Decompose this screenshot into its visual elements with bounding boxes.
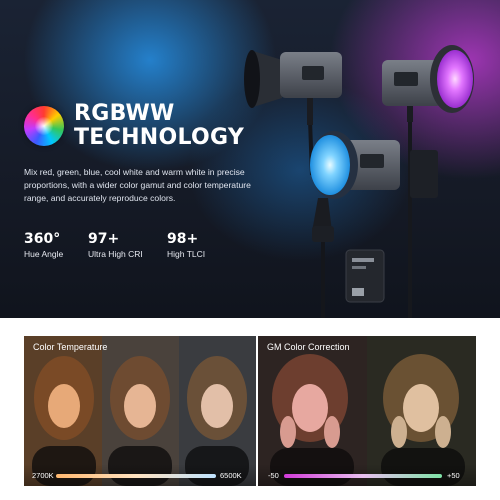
light-top-left <box>244 50 342 125</box>
stat-label: Ultra High CRI <box>88 249 143 259</box>
light-rig-illustration <box>244 45 474 318</box>
slider-max-label: 6500K <box>220 471 242 480</box>
rgb-color-wheel-icon <box>24 106 64 146</box>
color-temperature-gradient-track[interactable] <box>56 474 216 478</box>
stat-cri: 97+ Ultra High CRI <box>88 231 143 260</box>
stat-value: 98+ <box>167 231 199 247</box>
color-temperature-panel: Color Temperature 2700K 6500K <box>24 336 256 486</box>
hero-description: Mix red, green, blue, cool white and war… <box>24 167 251 203</box>
hero-banner: RGBWW TECHNOLOGY Mix red, green, blue, c… <box>0 0 500 318</box>
slider-min-label: 2700K <box>32 471 54 480</box>
light-top-right <box>382 45 474 122</box>
hero-title-line1: RGBWW <box>74 101 175 126</box>
hero-title-line2: TECHNOLOGY <box>74 125 245 150</box>
gm-correction-gradient-track[interactable] <box>284 474 442 478</box>
gm-correction-label: GM Color Correction <box>267 342 350 352</box>
color-temperature-label: Color Temperature <box>33 342 108 352</box>
stat-label: High TLCI <box>167 249 206 259</box>
stat-label: Hue Angle <box>24 249 64 259</box>
stat-tlci: 98+ High TLCI <box>167 231 205 260</box>
gm-correction-panel: GM Color Correction -50 +50 <box>258 336 476 486</box>
stat-value: 97+ <box>88 231 120 247</box>
stat-hue-angle: 360° Hue Angle <box>24 231 63 260</box>
battery-pack <box>345 249 385 303</box>
gm-correction-slider[interactable]: -50 +50 <box>258 464 476 486</box>
stat-value: 360° <box>24 231 61 247</box>
slider-max-label: +50 <box>447 471 460 480</box>
mount-clamp <box>410 150 438 198</box>
light-front <box>310 131 400 242</box>
color-temperature-slider[interactable]: 2700K 6500K <box>24 464 256 486</box>
hero-title: RGBWW TECHNOLOGY <box>74 102 244 150</box>
slider-min-label: -50 <box>268 471 279 480</box>
